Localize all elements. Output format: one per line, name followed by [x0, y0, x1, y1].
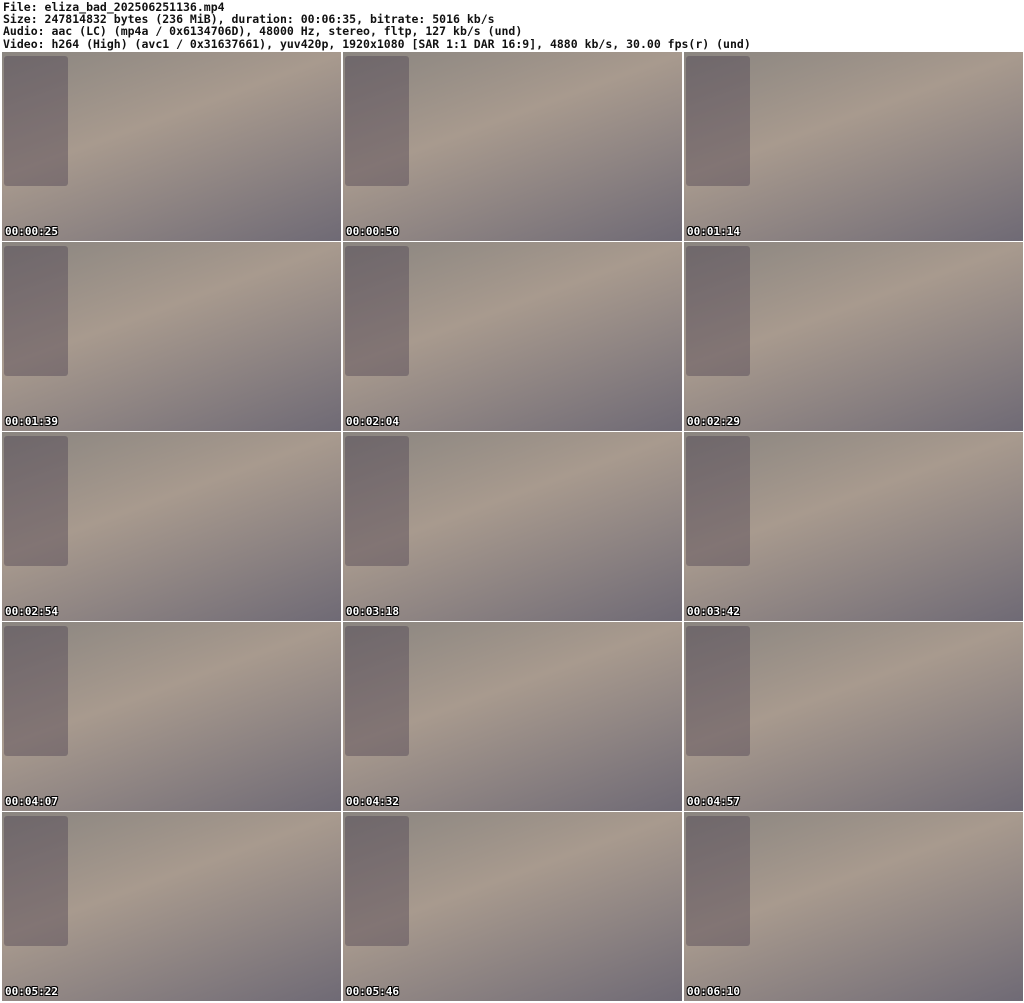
- stream-overlay-panel: [4, 626, 68, 756]
- stream-overlay-panel: [4, 56, 68, 186]
- video-thumbnail[interactable]: 00:00:25: [2, 52, 341, 241]
- stream-overlay-panel: [4, 246, 68, 376]
- stream-overlay-panel: [4, 436, 68, 566]
- video-thumbnail[interactable]: 00:02:54: [2, 432, 341, 621]
- thumbnail-timestamp: 00:04:32: [346, 795, 399, 808]
- video-thumbnail[interactable]: 00:02:04: [343, 242, 682, 431]
- stream-overlay-panel: [686, 436, 750, 566]
- thumbnail-timestamp: 00:02:04: [346, 415, 399, 428]
- stream-overlay-panel: [686, 816, 750, 946]
- stream-overlay-panel: [686, 626, 750, 756]
- thumbnail-timestamp: 00:03:42: [687, 605, 740, 618]
- stream-overlay-panel: [686, 246, 750, 376]
- video-thumbnail[interactable]: 00:06:10: [684, 812, 1023, 1001]
- thumbnail-timestamp: 00:01:39: [5, 415, 58, 428]
- thumbnail-timestamp: 00:05:22: [5, 985, 58, 998]
- thumbnail-timestamp: 00:00:25: [5, 225, 58, 238]
- stream-overlay-panel: [345, 816, 409, 946]
- thumbnail-timestamp: 00:02:29: [687, 415, 740, 428]
- video-thumbnail[interactable]: 00:05:22: [2, 812, 341, 1001]
- thumbnail-timestamp: 00:02:54: [5, 605, 58, 618]
- audio-info: Audio: aac (LC) (mp4a / 0x6134706D), 480…: [3, 24, 523, 39]
- thumbnail-timestamp: 00:05:46: [346, 985, 399, 998]
- file-info-header: File: eliza_bad_202506251136.mp4 Size: 24…: [3, 1, 751, 50]
- stream-overlay-panel: [345, 246, 409, 376]
- video-thumbnail[interactable]: 00:01:39: [2, 242, 341, 431]
- stream-overlay-panel: [4, 816, 68, 946]
- stream-overlay-panel: [345, 436, 409, 566]
- video-thumbnail[interactable]: 00:05:46: [343, 812, 682, 1001]
- thumbnail-timestamp: 00:01:14: [687, 225, 740, 238]
- thumbnail-timestamp: 00:06:10: [687, 985, 740, 998]
- thumbnail-grid: 00:00:25 00:00:50 00:01:14 00:01:39 00:02:04…: [2, 52, 1023, 1001]
- video-thumbnail[interactable]: 00:04:32: [343, 622, 682, 811]
- video-thumbnail[interactable]: 00:03:42: [684, 432, 1023, 621]
- thumbnail-timestamp: 00:00:50: [346, 225, 399, 238]
- video-thumbnail[interactable]: 00:02:29: [684, 242, 1023, 431]
- stream-overlay-panel: [345, 626, 409, 756]
- video-info: Video: h264 (High) (avc1 / 0x31637661), …: [3, 36, 751, 51]
- video-thumbnail[interactable]: 00:00:50: [343, 52, 682, 241]
- video-thumbnail[interactable]: 00:03:18: [343, 432, 682, 621]
- stream-overlay-panel: [345, 56, 409, 186]
- stream-overlay-panel: [686, 56, 750, 186]
- video-thumbnail[interactable]: 00:04:57: [684, 622, 1023, 811]
- thumbnail-timestamp: 00:03:18: [346, 605, 399, 618]
- thumbnail-timestamp: 00:04:57: [687, 795, 740, 808]
- video-thumbnail[interactable]: 00:01:14: [684, 52, 1023, 241]
- video-thumbnail[interactable]: 00:04:07: [2, 622, 341, 811]
- thumbnail-timestamp: 00:04:07: [5, 795, 58, 808]
